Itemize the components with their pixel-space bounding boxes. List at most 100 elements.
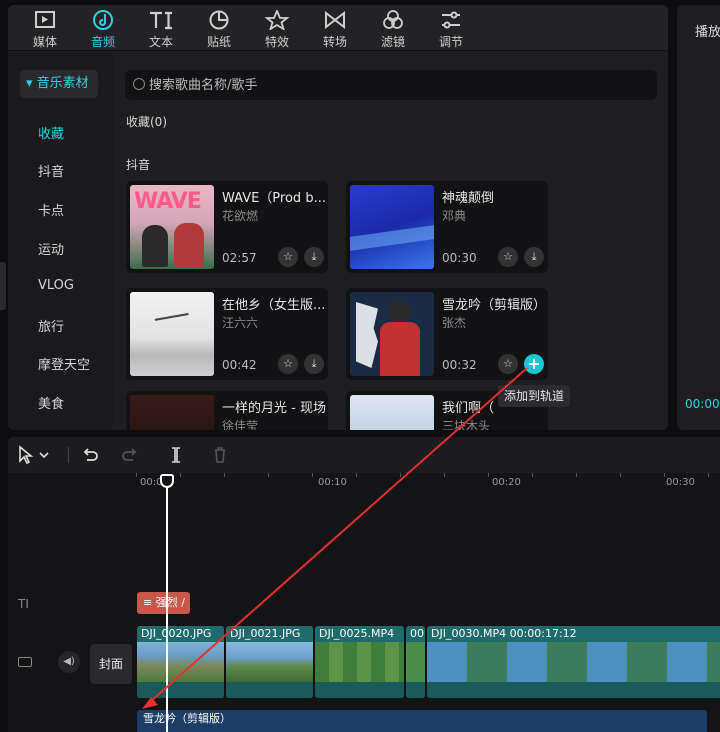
player-title: 播放 [695,25,720,40]
sidebar-item-beat[interactable]: 卡点 [38,200,64,219]
clip-name: DJI_0021.JPG [230,627,301,640]
timeline-ruler[interactable]: 00:00 00:10 00:20 00:30 [136,473,720,497]
song-title: WAVE（Prod b... [222,191,326,206]
tab-transition[interactable]: 转场 [306,5,364,51]
category-toolbar: 媒体 音频 文本 贴纸 特效 转场 滤镜 调节 [8,5,668,51]
sidebar-item-douyin[interactable]: 抖音 [38,161,64,180]
sidebar-item-sports[interactable]: 运动 [38,239,64,258]
favorite-star-icon[interactable]: ☆ [278,354,298,374]
download-icon[interactable]: ⤓ [304,247,324,267]
song-title: 在他乡（女生版... [222,298,326,313]
tab-sticker[interactable]: 贴纸 [190,5,248,51]
video-clip[interactable]: DJI_0030.MP4 00:00:17:12 [427,626,720,698]
song-card-yiyang[interactable]: 一样的月光 - 现场 徐佳莹 [126,391,328,430]
ruler-label: 00:30 [666,477,695,488]
video-clip[interactable]: DJI_0025.MP4 [315,626,405,698]
material-panel: 媒体 音频 文本 贴纸 特效 转场 滤镜 调节 ▾ 音乐素材 收藏 抖音 卡点 … [8,5,668,430]
song-duration: 02:57 [222,251,257,265]
playhead-handle[interactable] [160,474,174,488]
music-sidebar: ▾ 音乐素材 收藏 抖音 卡点 运动 VLOG 旅行 摩登天空 美食 [8,52,113,430]
tab-filter[interactable]: 滤镜 [364,5,422,51]
playhead[interactable] [166,475,168,732]
song-artist: 三块木头 [442,419,491,430]
sticker-icon [209,10,229,30]
song-artist: 汪六六 [222,316,259,330]
add-to-track-icon[interactable]: + [524,354,544,374]
song-cover [130,292,214,376]
song-cover: WAVE [130,185,214,269]
sidebar-item-vlog[interactable]: VLOG [38,278,74,293]
favorite-star-icon[interactable]: ☆ [498,354,518,374]
search-icon [133,78,145,90]
favorites-section-label: 收藏(0) [126,115,167,129]
ruler-label: 00:10 [318,477,347,488]
song-card-xuelongyin[interactable]: 雪龙吟（剪辑版） 张杰 00:32 ☆ + [346,288,548,380]
text-track-icon: TI [18,597,29,611]
undo-icon[interactable] [80,445,100,465]
clip-name: DJI_0025.MP4 [319,627,395,640]
tab-effects[interactable]: 特效 [248,5,306,51]
sidebar-item-travel[interactable]: 旅行 [38,316,64,335]
ruler-label: 00:20 [492,477,521,488]
tab-adjust[interactable]: 调节 [422,5,480,51]
download-icon[interactable]: ⤓ [524,247,544,267]
song-card-wave[interactable]: WAVE WAVE（Prod b... 花欲燃 02:57 ☆ ⤓ [126,181,328,273]
cover-text: WAVE [134,189,202,214]
select-tool-icon[interactable] [16,445,56,465]
song-card-shenhun[interactable]: 神魂颠倒 邓典 00:30 ☆ ⤓ [346,181,548,273]
tab-media[interactable]: 媒体 [16,5,74,51]
transition-icon [325,10,345,30]
text-icon [150,11,172,30]
song-artist: 徐佳莹 [222,419,259,430]
song-duration: 00:42 [222,358,257,372]
sidebar-item-favorites[interactable]: 收藏 [38,123,64,142]
filter-icon [383,10,403,29]
audio-clip[interactable]: 雪龙吟（剪辑版） [137,710,707,732]
redo-icon[interactable] [120,445,140,465]
video-clip[interactable]: DJI_0020.JPG [137,626,225,698]
sidebar-header-music[interactable]: ▾ 音乐素材 [20,70,98,98]
song-duration: 00:30 [442,251,477,265]
video-track-icon [18,657,32,667]
douyin-section-label: 抖音 [126,158,151,172]
song-cover [350,185,434,269]
timeline-panel: 00:00 00:10 00:20 00:30 TI ≡ 强烈 / ◀) 封面 … [8,437,720,732]
favorite-star-icon[interactable]: ☆ [278,247,298,267]
delete-icon[interactable] [210,445,230,465]
download-icon[interactable]: ⤓ [304,354,324,374]
clip-name: DJI_0030.MP4 00:00:17:12 [431,627,577,640]
panel-resize-handle[interactable] [0,262,6,310]
video-clip[interactable]: 00: [406,626,426,698]
favorite-star-icon[interactable]: ☆ [498,247,518,267]
song-cover [130,395,214,430]
clip-name: 00: [410,627,426,640]
tab-text[interactable]: 文本 [132,5,190,51]
song-title: 神魂颠倒 [442,191,495,206]
song-cover [350,292,434,376]
player-time: 00:00 [685,397,720,411]
song-cover [350,395,434,430]
video-clip[interactable]: DJI_0021.JPG [226,626,314,698]
split-icon[interactable] [166,445,186,465]
song-artist: 花欲燃 [222,209,259,223]
timeline-toolbar [8,437,720,473]
mute-toggle-icon[interactable]: ◀) [58,651,80,673]
song-title: 一样的月光 - 现场 [222,401,326,416]
text-clip[interactable]: ≡ 强烈 / [137,592,190,614]
sidebar-item-food[interactable]: 美食 [38,393,64,412]
search-bar [125,70,657,100]
search-input[interactable] [149,70,649,100]
song-artist: 张杰 [442,316,467,330]
clip-name: DJI_0020.JPG [141,627,212,640]
song-artist: 邓典 [442,209,467,223]
adjust-icon [442,11,460,29]
song-title: 雪龙吟（剪辑版） [442,298,546,313]
song-duration: 00:32 [442,358,477,372]
effects-icon [264,10,290,30]
cover-button[interactable]: 封面 [90,644,132,684]
song-card-zaitaxiang[interactable]: 在他乡（女生版... 汪六六 00:42 ☆ ⤓ [126,288,328,380]
tab-audio[interactable]: 音频 [74,5,132,51]
audio-icon [93,10,113,30]
player-panel: 播放 00:00 [677,5,720,430]
sidebar-item-modern-sky[interactable]: 摩登天空 [38,354,90,373]
